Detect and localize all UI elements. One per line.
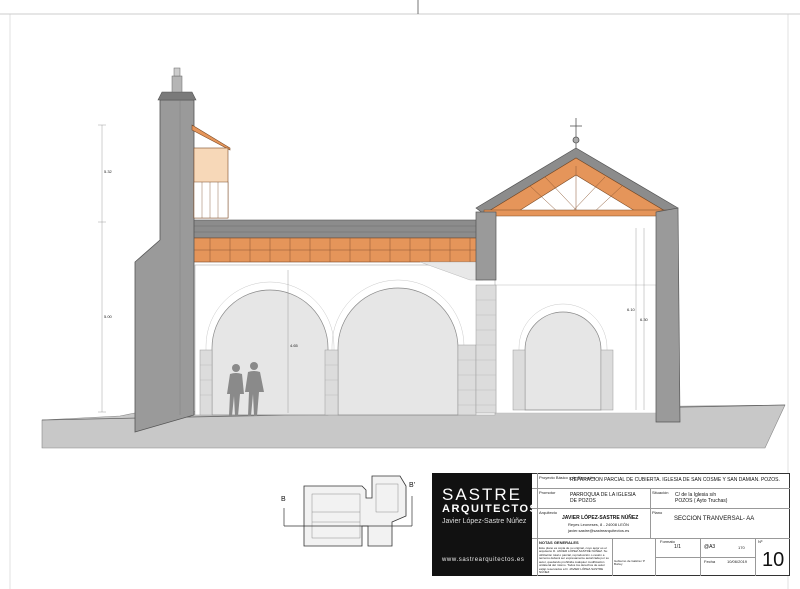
dim-label: 5.32	[104, 169, 112, 174]
promoter-value: PARROQUIA DE LA IGLESIA DE POZOS	[570, 492, 636, 504]
date-value: 10/06/2019	[727, 559, 748, 564]
architect-email: javier.sastre@sastrearquitectos.es	[568, 528, 630, 533]
promoter-label: Promotor	[539, 490, 556, 495]
scale-value: 1/1	[674, 544, 681, 550]
key-plan	[303, 475, 407, 547]
notes-text: Este plano es copia de su original, cuyo…	[539, 546, 609, 575]
brand-website: www.sastrearquitectos.es	[442, 557, 525, 563]
scale-label: Formato	[660, 539, 675, 544]
architect-address: Reyes Leoneses, 8 - 24008 LEÓN	[568, 522, 629, 527]
keyplan-section-label: B'	[409, 482, 416, 489]
location-label: Situación	[652, 490, 669, 495]
arch-2	[337, 287, 459, 416]
brand-subtitle: ARQUITECTOS	[442, 503, 539, 515]
misc-line: Gobierno de Galicia / P Burley	[614, 559, 645, 567]
keyplan-section-label: B	[281, 496, 286, 503]
brand-panel: SASTRE ARQUITECTOS Javier López-Sastre N…	[432, 473, 537, 576]
plan-title: SECCION TRANVERSAL- AA	[674, 516, 755, 522]
architect-label: Arquitecto	[539, 510, 558, 515]
apse-wall	[655, 207, 681, 423]
dim-label: 6.30	[640, 317, 648, 322]
apse-gable-beam	[482, 157, 672, 215]
project-title: REPARACION PARCIAL DE CUBIERTA. IGLESIA …	[570, 477, 780, 483]
reference-value: 170	[738, 545, 745, 550]
drawing-sheet: 5.32 5.00 4.65 6.10 6.30 B B' SASTRE ARQ…	[0, 0, 800, 589]
dim-label: 4.65	[290, 343, 298, 348]
notes-label: NOTAS GENERALES	[539, 540, 579, 545]
format-value: @A3	[704, 544, 716, 550]
arch-3	[524, 311, 602, 411]
brand-name: SASTRE	[442, 485, 523, 504]
belfry-roof	[191, 124, 231, 151]
arch-1	[211, 289, 329, 416]
sheet-label: Nº	[758, 539, 763, 544]
brand-architect: Javier López-Sastre Núñez	[442, 518, 527, 525]
bell-tower	[134, 99, 195, 433]
date-label: Fecha	[704, 559, 716, 564]
location-value: C/ de la Iglesia s/n POZOS ( Ayto Trucha…	[675, 492, 728, 504]
architect-name: JAVIER LÓPEZ-SASTRE NÚÑEZ	[562, 515, 639, 521]
dim-label: 5.00	[104, 314, 112, 319]
sheet-number: 10	[762, 549, 785, 571]
dim-label: 6.10	[627, 307, 635, 312]
cross	[570, 118, 582, 148]
plan-label: Plano	[652, 510, 663, 515]
nave-roof-tiles	[192, 219, 484, 239]
